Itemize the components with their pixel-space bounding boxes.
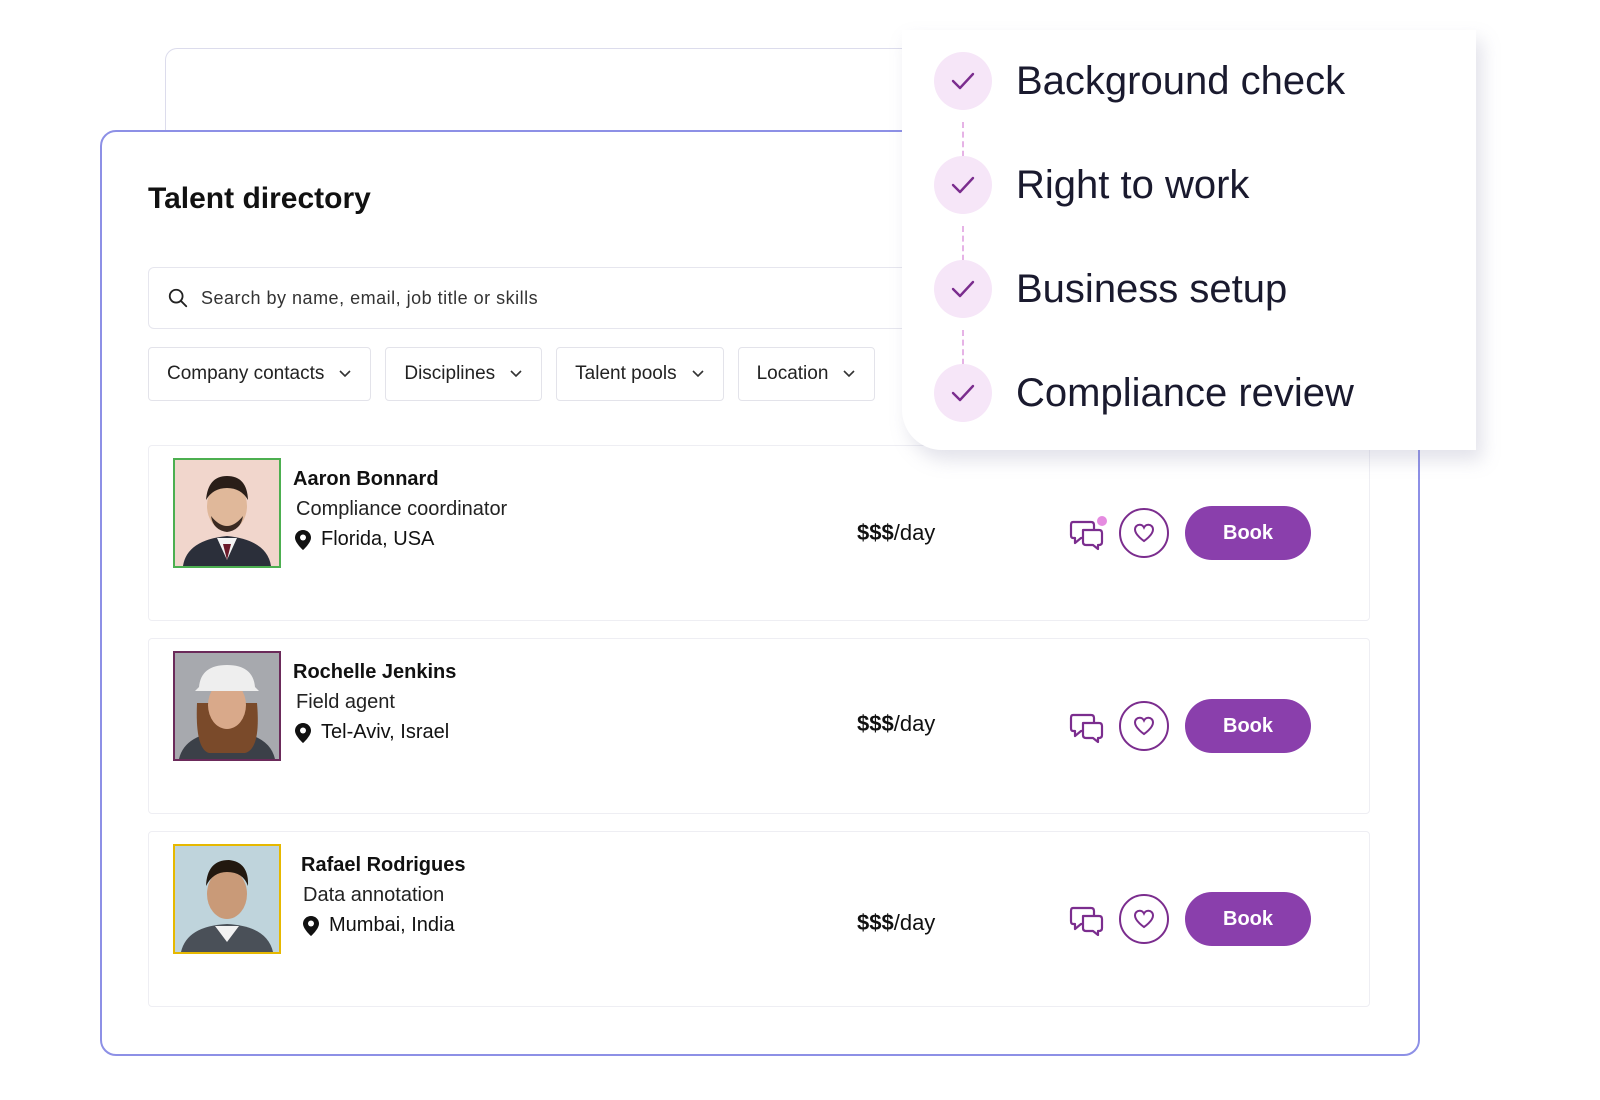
favorite-button[interactable] (1119, 894, 1169, 944)
filter-company-contacts[interactable]: Company contacts (148, 347, 372, 401)
location-text: Tel-Aviv, Israel (321, 721, 450, 743)
price-unit: /day (893, 520, 936, 545)
talent-name: Aaron Bonnard (293, 468, 439, 490)
talent-location: Tel-Aviv, Israel (295, 721, 449, 744)
unread-indicator (1097, 516, 1107, 526)
location-text: Mumbai, India (329, 914, 455, 936)
talent-name: Rafael Rodrigues (301, 854, 466, 876)
filter-disciplines[interactable]: Disciplines (385, 347, 543, 401)
checklist-label: Business setup (1016, 266, 1288, 311)
talent-location: Mumbai, India (303, 914, 455, 937)
search-bar[interactable] (148, 267, 948, 329)
verification-checklist: Background check Right to work Business … (902, 30, 1476, 450)
map-pin-icon (303, 915, 319, 936)
favorite-button[interactable] (1119, 701, 1169, 751)
book-button[interactable]: Book (1185, 506, 1311, 560)
price-symbol: $$$ (857, 910, 894, 935)
price: $$$/day (857, 910, 935, 936)
filter-label: Talent pools (575, 363, 677, 384)
checklist-label: Right to work (1016, 162, 1250, 207)
chevron-down-icon (510, 370, 522, 378)
avatar (173, 458, 281, 568)
search-input[interactable] (201, 287, 901, 309)
filter-location[interactable]: Location (737, 347, 876, 401)
checklist-item: Compliance review (934, 364, 1354, 422)
heart-icon (1133, 909, 1155, 929)
talent-location: Florida, USA (295, 528, 434, 551)
talent-row[interactable]: Rafael Rodrigues Data annotation Mumbai,… (148, 831, 1370, 1007)
location-text: Florida, USA (321, 528, 435, 550)
talent-row[interactable]: Rochelle Jenkins Field agent Tel-Aviv, I… (148, 638, 1370, 814)
heart-icon (1133, 523, 1155, 543)
check-icon (951, 280, 975, 298)
checklist-label: Compliance review (1016, 370, 1354, 415)
search-icon (168, 288, 188, 308)
check-circle (934, 364, 992, 422)
check-icon (951, 72, 975, 90)
check-circle (934, 52, 992, 110)
checklist-item: Business setup (934, 260, 1287, 318)
avatar (173, 844, 281, 954)
talent-role: Data annotation (303, 884, 445, 906)
price-unit: /day (893, 910, 936, 935)
talent-row[interactable]: Aaron Bonnard Compliance coordinator Flo… (148, 445, 1370, 621)
chat-bubbles-icon[interactable] (1069, 902, 1105, 938)
heart-icon (1133, 716, 1155, 736)
chat-bubbles-icon[interactable] (1069, 709, 1105, 745)
price-unit: /day (893, 711, 936, 736)
checklist-label: Background check (1016, 58, 1346, 103)
filter-talent-pools[interactable]: Talent pools (556, 347, 724, 401)
filter-label: Location (756, 363, 829, 384)
book-button[interactable]: Book (1185, 892, 1311, 946)
check-circle (934, 260, 992, 318)
chevron-down-icon (339, 370, 351, 378)
book-button[interactable]: Book (1185, 699, 1311, 753)
map-pin-icon (295, 529, 311, 550)
chevron-down-icon (692, 370, 704, 378)
filter-label: Disciplines (404, 363, 496, 384)
price: $$$/day (857, 520, 935, 546)
talent-role: Field agent (296, 691, 395, 713)
checklist-item: Right to work (934, 156, 1249, 214)
filter-label: Company contacts (167, 363, 325, 384)
favorite-button[interactable] (1119, 508, 1169, 558)
page-title: Talent directory (148, 182, 371, 215)
talent-name: Rochelle Jenkins (293, 661, 457, 683)
checklist-item: Background check (934, 52, 1345, 110)
price: $$$/day (857, 711, 935, 737)
price-symbol: $$$ (857, 520, 894, 545)
talent-role: Compliance coordinator (296, 498, 508, 520)
check-icon (951, 384, 975, 402)
chevron-down-icon (843, 370, 855, 378)
avatar (173, 651, 281, 761)
filter-bar: Company contacts Disciplines Talent pool… (148, 347, 876, 401)
price-symbol: $$$ (857, 711, 894, 736)
check-circle (934, 156, 992, 214)
map-pin-icon (295, 722, 311, 743)
check-icon (951, 176, 975, 194)
